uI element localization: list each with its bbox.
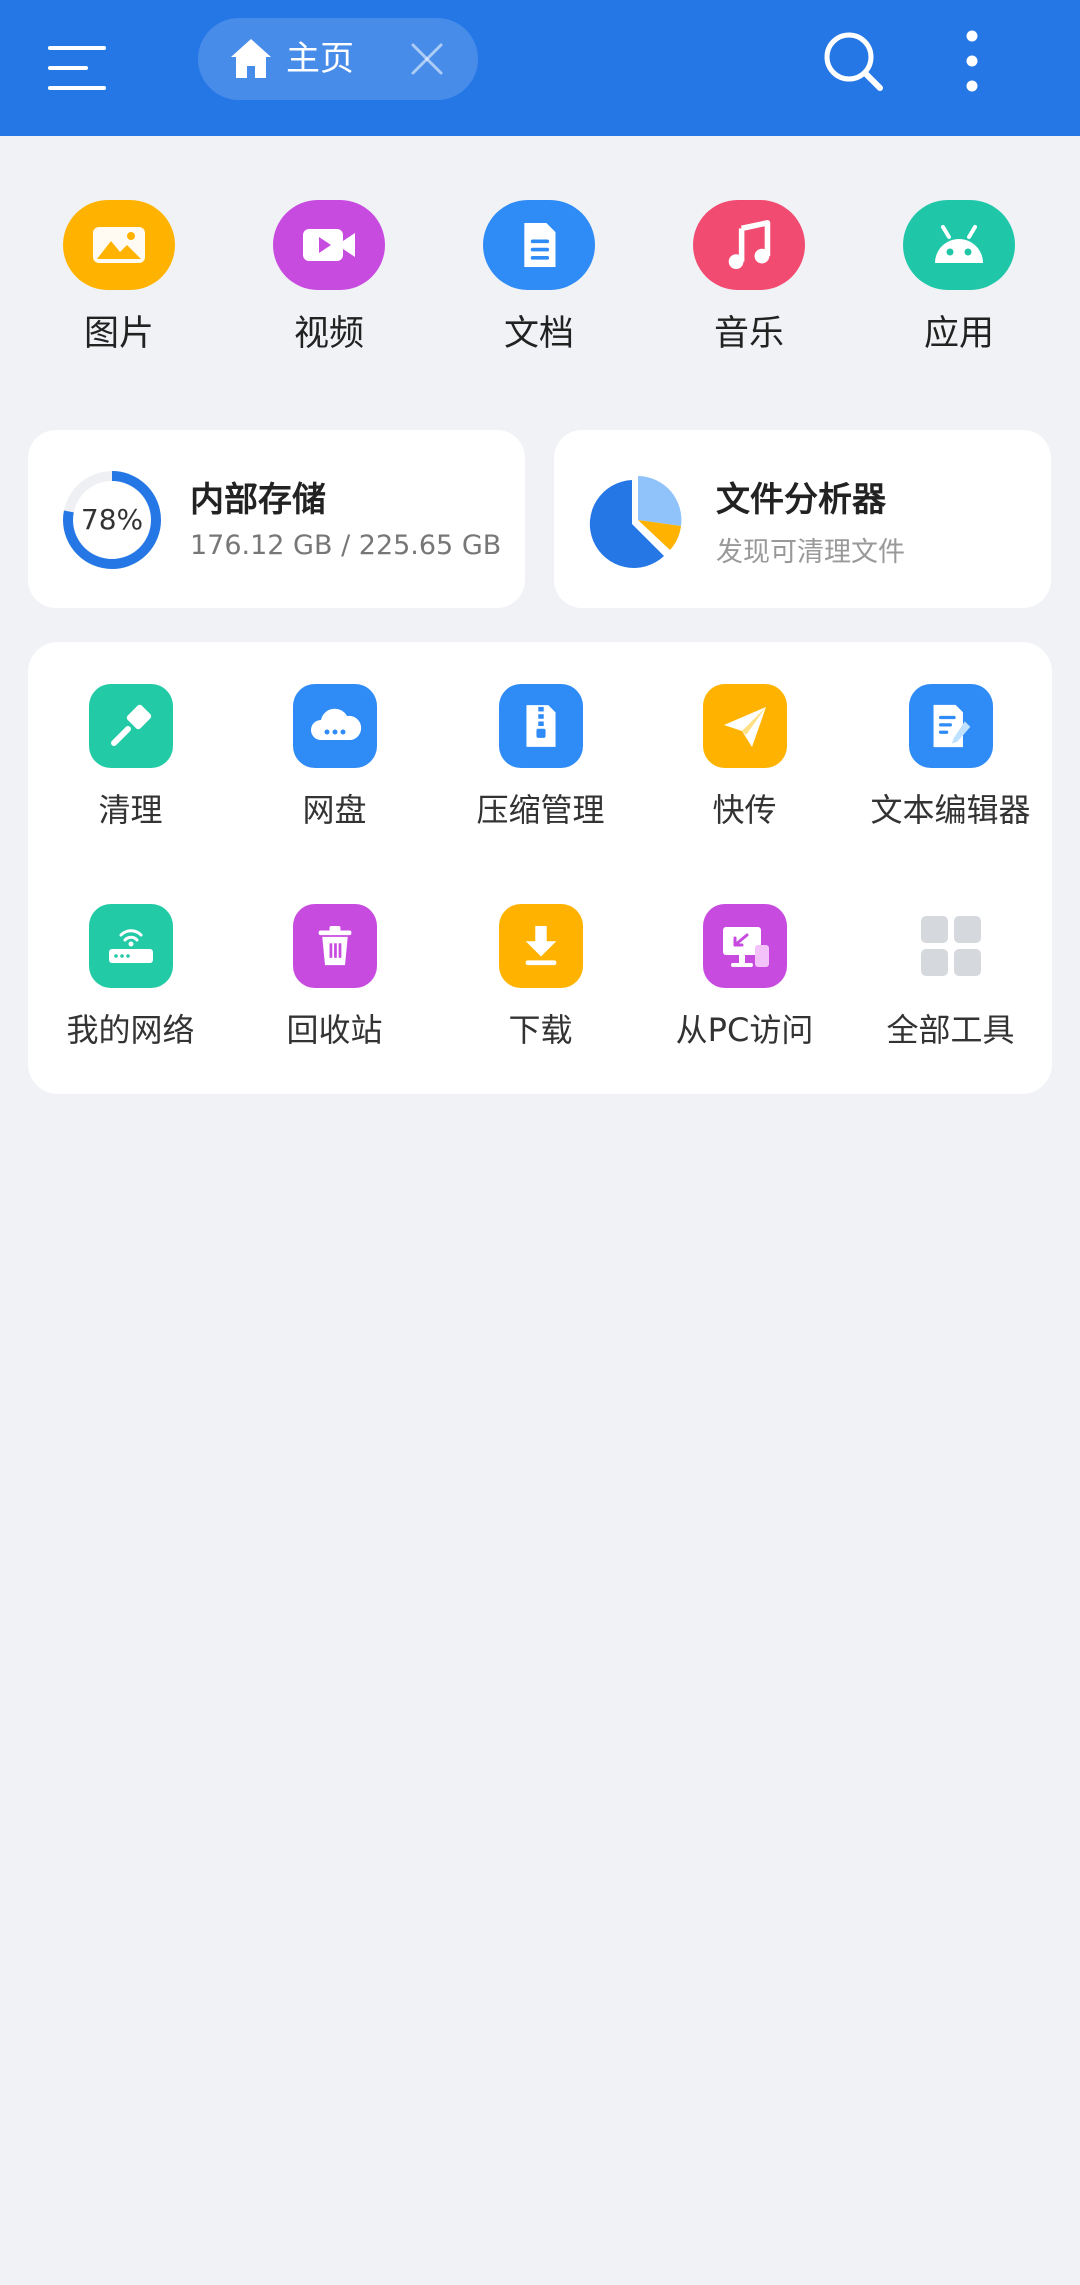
storage-title: 内部存储 <box>190 480 326 520</box>
trash-icon <box>292 904 377 988</box>
tool-my-network[interactable]: 我的网络 <box>28 904 233 1074</box>
category-label: 音乐 <box>713 314 784 354</box>
category-apps[interactable]: 应用 <box>879 200 1039 370</box>
music-icon <box>693 200 805 290</box>
tool-recycle-bin[interactable]: 回收站 <box>232 904 437 1074</box>
tool-label: 文本编辑器 <box>870 791 1031 829</box>
tab-home-label: 主页 <box>286 39 354 79</box>
category-documents[interactable]: 文档 <box>459 200 619 370</box>
tool-label: 我的网络 <box>66 1011 195 1049</box>
tool-label: 全部工具 <box>886 1011 1015 1049</box>
download-icon <box>498 904 583 988</box>
pie-chart-icon <box>589 476 682 568</box>
android-icon <box>903 200 1015 290</box>
tool-label: 快传 <box>712 791 777 829</box>
document-icon <box>483 200 595 290</box>
tool-label: 清理 <box>98 791 163 829</box>
category-label: 图片 <box>83 314 154 354</box>
tool-label: 下载 <box>508 1011 573 1049</box>
category-music[interactable]: 音乐 <box>669 200 829 370</box>
tool-all-tools[interactable]: 全部工具 <box>848 904 1053 1074</box>
tool-label: 压缩管理 <box>476 791 605 829</box>
more-vertical-icon <box>966 30 978 92</box>
close-icon[interactable] <box>408 40 446 78</box>
category-videos[interactable]: 视频 <box>249 200 409 370</box>
search-icon <box>824 32 883 91</box>
more-options-button[interactable] <box>950 24 994 98</box>
analyzer-subtitle: 发现可清理文件 <box>716 537 905 568</box>
category-label: 视频 <box>293 314 364 354</box>
home-icon <box>231 39 271 78</box>
tool-zip-manager[interactable]: 压缩管理 <box>438 684 643 854</box>
tool-label: 从PC访问 <box>675 1011 814 1049</box>
hamburger-icon <box>48 46 106 90</box>
grid-icon <box>909 904 993 988</box>
storage-percent-label: 78% <box>80 503 144 536</box>
top-app-bar: 主页 <box>0 0 1080 136</box>
tool-access-from-pc[interactable]: 从PC访问 <box>642 904 847 1074</box>
tab-home[interactable]: 主页 <box>198 18 478 100</box>
tools-panel: 清理 网盘 压缩管理 快传 文本编辑器 我的网络 回收站 下载 从PC访问 全部… <box>28 642 1052 1094</box>
zip-icon <box>498 684 583 768</box>
tool-label: 回收站 <box>286 1011 383 1049</box>
tool-download[interactable]: 下载 <box>438 904 643 1074</box>
file-analyzer-card[interactable]: 文件分析器 发现可清理文件 <box>554 430 1051 608</box>
router-icon <box>88 904 173 988</box>
tool-label: 网盘 <box>302 791 367 829</box>
image-icon <box>63 200 175 290</box>
broom-icon <box>88 684 173 768</box>
menu-button[interactable] <box>40 30 116 106</box>
analyzer-title: 文件分析器 <box>716 480 886 520</box>
video-icon <box>273 200 385 290</box>
internal-storage-card[interactable]: 78% 内部存储 176.12 GB / 225.65 GB <box>28 430 525 608</box>
tool-clean[interactable]: 清理 <box>28 684 233 854</box>
tool-text-editor[interactable]: 文本编辑器 <box>848 684 1053 854</box>
text-editor-icon <box>908 684 993 768</box>
search-button[interactable] <box>818 26 888 96</box>
pc-access-icon <box>702 904 787 988</box>
send-icon <box>702 684 787 768</box>
tool-cloud-drive[interactable]: 网盘 <box>232 684 437 854</box>
category-label: 应用 <box>923 314 994 354</box>
category-label: 文档 <box>503 314 574 354</box>
tool-quick-transfer[interactable]: 快传 <box>642 684 847 854</box>
storage-usage-text: 176.12 GB / 225.65 GB <box>190 530 502 561</box>
category-images[interactable]: 图片 <box>39 200 199 370</box>
cloud-icon <box>292 684 377 768</box>
